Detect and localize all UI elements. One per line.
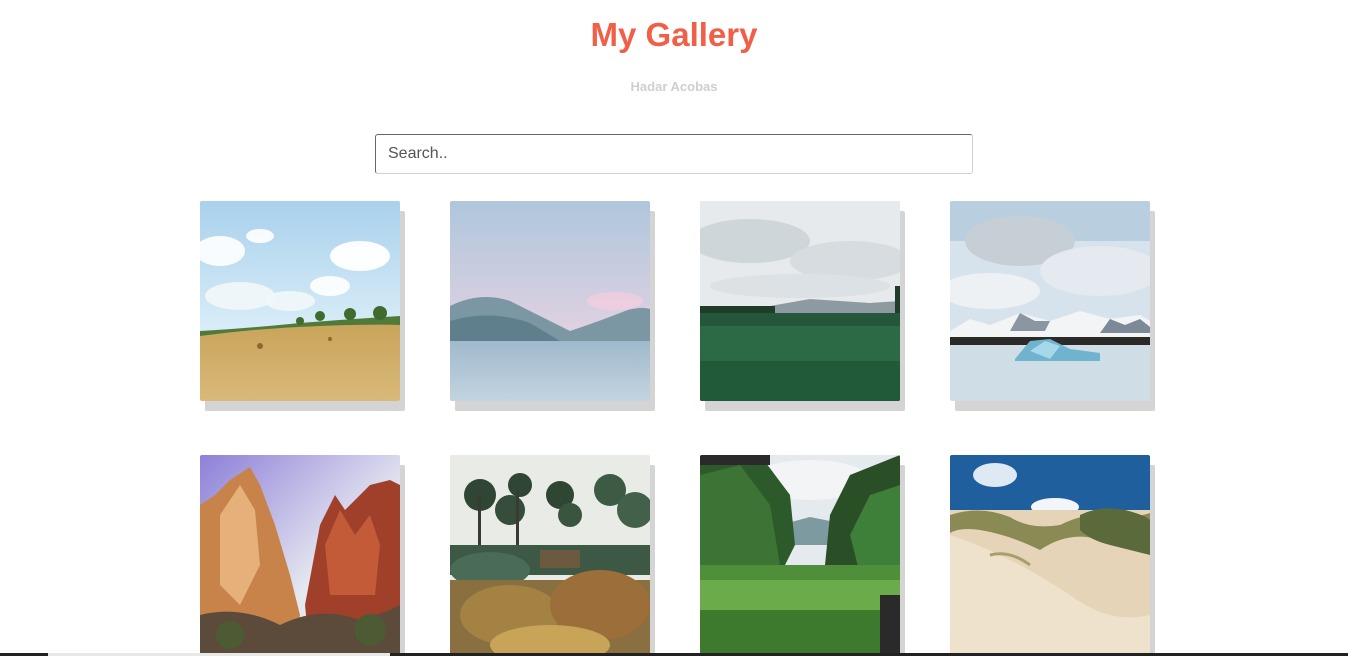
gallery-image-red-canyon[interactable]: [200, 455, 400, 655]
wild-garden-photo: [450, 455, 650, 655]
sand-dunes-photo: [950, 455, 1150, 655]
gallery-image-glacier-lagoon[interactable]: [950, 201, 1150, 401]
gallery-image-jungle-valley[interactable]: [700, 455, 900, 655]
gallery-grid: [200, 201, 1160, 655]
gallery-image-green-forest[interactable]: [700, 201, 900, 401]
gallery-image-mountain-lake[interactable]: [450, 201, 650, 401]
hay-field-photo: [200, 201, 400, 401]
red-canyon-photo: [200, 455, 400, 655]
mountain-lake-photo: [450, 201, 650, 401]
glacier-lagoon-photo: [950, 201, 1150, 401]
gallery-image-wild-garden[interactable]: [450, 455, 650, 655]
gallery-image-hay-field[interactable]: [200, 201, 400, 401]
jungle-valley-photo: [700, 455, 900, 655]
author-name: Hadar Acobas: [630, 79, 718, 94]
search-input[interactable]: [375, 134, 973, 174]
page-title: My Gallery: [590, 16, 758, 53]
green-forest-photo: [700, 201, 900, 401]
gallery-image-sand-dunes[interactable]: [950, 455, 1150, 655]
